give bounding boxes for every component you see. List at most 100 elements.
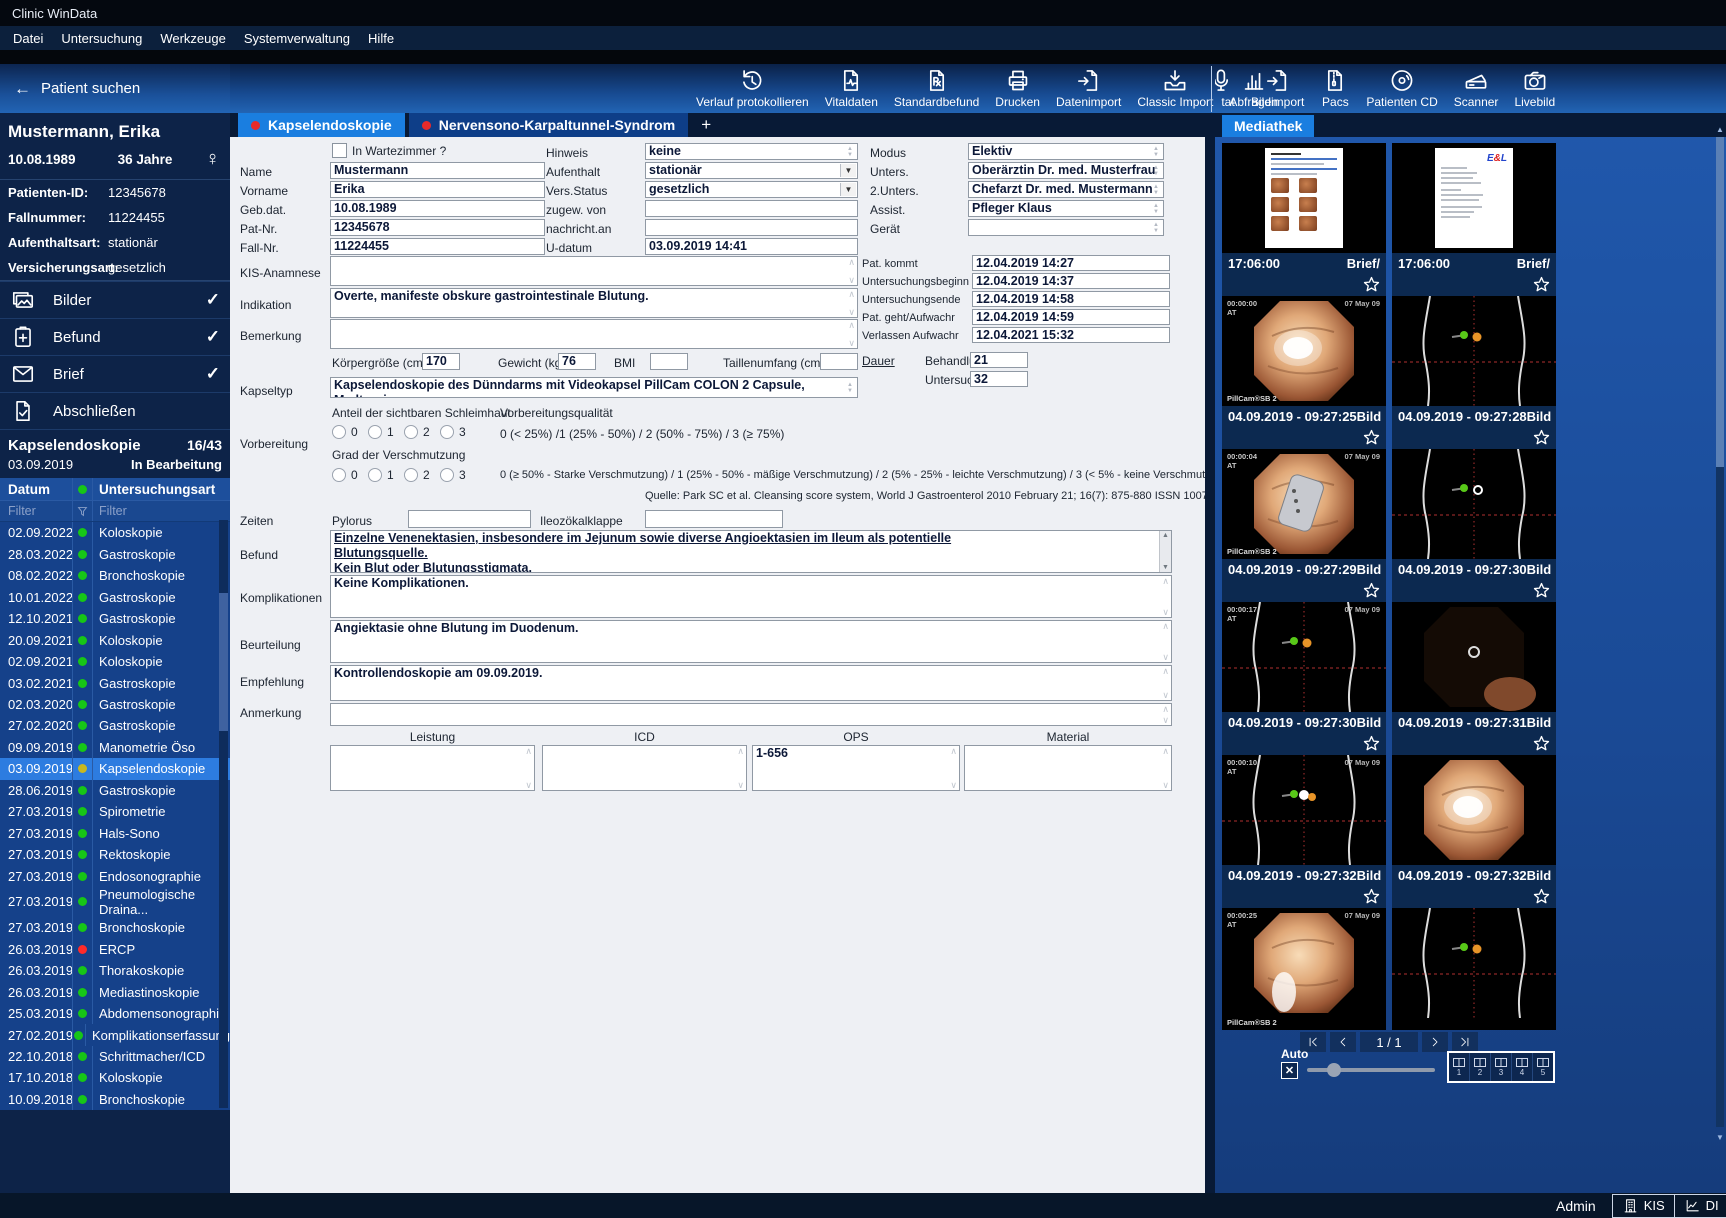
statusbar-kis-button[interactable]: KIS [1613, 1195, 1674, 1217]
toolbar-datenimport-button[interactable]: Datenimport [1048, 64, 1129, 113]
media-item[interactable] [1392, 908, 1556, 1030]
favorite-star-button[interactable] [1362, 581, 1381, 600]
scroll-down-icon[interactable]: ▼ [1715, 1133, 1725, 1142]
layout-1-button[interactable]: 1 [1449, 1053, 1470, 1081]
exam-row[interactable]: 26.03.2019Thorakoskopie [0, 960, 230, 981]
field-ileozoekalklappe[interactable] [645, 510, 783, 528]
exam-row[interactable]: 20.09.2021Koloskopie [0, 629, 230, 650]
layout-3-button[interactable]: 3 [1491, 1053, 1512, 1081]
media-item[interactable]: 17:06:00Brief/ [1222, 143, 1386, 296]
exam-row[interactable]: 02.03.2020Gastroskopie [0, 694, 230, 715]
field-beurteilung[interactable]: Angiektasie ohne Blutung im Duodenum.∧∨ [330, 620, 1172, 663]
radio-qualitaet-2[interactable]: 2 [404, 425, 430, 439]
field-vorname[interactable]: Erika [330, 181, 545, 198]
media-item[interactable]: 00:00:25AT07 May 09PillCam®SB 2 [1222, 908, 1386, 1030]
favorite-star-button[interactable] [1362, 428, 1381, 447]
exam-row[interactable]: 25.03.2019Abdomensonographie [0, 1003, 230, 1024]
field-koerpergroesse[interactable]: 170 [422, 353, 460, 370]
media-scrollbar[interactable]: ▲ ▼ [1715, 125, 1725, 1145]
media-item[interactable]: 04.09.2019 - 09:27:32Bild [1392, 755, 1556, 908]
exam-row[interactable]: 27.02.2019Komplikationserfassung [0, 1024, 230, 1045]
exam-row[interactable]: 27.03.2019Pneumologische Draina... [0, 887, 230, 917]
field-geb-dat[interactable]: 10.08.1989 [330, 200, 545, 217]
exam-row[interactable]: 26.03.2019Mediastinoskopie [0, 981, 230, 1002]
radio-verschmutzung-2[interactable]: 2 [404, 468, 430, 482]
last-page-button[interactable] [1452, 1032, 1478, 1052]
radio-qualitaet-0[interactable]: 0 [332, 425, 358, 439]
favorite-star-button[interactable] [1532, 734, 1551, 753]
toolbar-standardbefund-button[interactable]: Standardbefund [886, 64, 987, 113]
exam-row[interactable]: 26.03.2019ERCP [0, 938, 230, 959]
field-pat-geht-aufwachr[interactable]: 12.04.2019 14:59 [972, 309, 1170, 325]
field-dauer-untersuchung[interactable]: 32 [970, 371, 1028, 387]
field-pat-nr[interactable]: 12345678 [330, 219, 545, 236]
exam-row[interactable]: 28.03.2022Gastroskopie [0, 543, 230, 564]
toolbar-classic-import-button[interactable]: Classic Import [1129, 64, 1221, 113]
exam-row[interactable]: 12.10.2021Gastroskopie [0, 608, 230, 629]
exam-row[interactable]: 02.09.2021Koloskopie [0, 651, 230, 672]
layout-5-button[interactable]: 5 [1533, 1053, 1553, 1081]
back-to-patient-search-button[interactable]: ← Patient suchen [0, 64, 230, 113]
field-ops[interactable]: 1-656∧∨ [752, 745, 960, 791]
field-gewicht[interactable]: 76 [558, 353, 596, 370]
field-ger-t[interactable]: ▲▼ [968, 219, 1164, 236]
dropdown-arrow-icon[interactable]: ▼ [840, 183, 856, 196]
exam-row[interactable]: 02.09.2022Koloskopie [0, 522, 230, 543]
spinner-icon[interactable]: ▲▼ [844, 144, 856, 159]
favorite-star-button[interactable] [1532, 887, 1551, 906]
field-bemerkung[interactable]: ∧∨ [330, 319, 858, 349]
favorite-star-button[interactable] [1362, 275, 1381, 294]
field-hinweis[interactable]: keine▲▼ [645, 143, 858, 160]
exam-row[interactable]: 27.03.2019Spirometrie [0, 801, 230, 822]
media-item[interactable]: 00:00:04AT07 May 09PillCam®SB 204.09.201… [1222, 449, 1386, 602]
sidebar-item-befund[interactable]: Befund✓ [0, 318, 230, 355]
exam-row[interactable]: 27.03.2019Hals-Sono [0, 823, 230, 844]
media-item[interactable]: E&L17:06:00Brief/ [1392, 143, 1556, 296]
tab-kapselendoskopie[interactable]: Kapselendoskopie [238, 113, 405, 137]
field-verlassen-aufwachr[interactable]: 12.04.2021 15:32 [972, 327, 1170, 343]
exam-row[interactable]: 27.03.2019Rektoskopie [0, 844, 230, 865]
exam-row[interactable]: 27.03.2019Bronchoskopie [0, 917, 230, 938]
scrollbar-thumb[interactable] [219, 593, 228, 731]
textarea-scrollbar[interactable]: ▲▼ [1159, 531, 1171, 572]
spinner-icon[interactable]: ▲▼ [1150, 201, 1162, 216]
toolbar-bildimport-button[interactable]: Bildimport [1243, 64, 1312, 113]
statusbar-di-button[interactable]: DI [1674, 1195, 1726, 1217]
radio-qualitaet-1[interactable]: 1 [368, 425, 394, 439]
status-filter[interactable] [72, 501, 93, 521]
field-pylorus[interactable] [408, 510, 531, 528]
field-untersuchungsbeginn[interactable]: 12.04.2019 14:37 [972, 273, 1170, 289]
date-filter-input[interactable]: Filter [0, 504, 72, 518]
field-kapseltyp[interactable]: Kapselendoskopie des Dünndarms mit Video… [330, 377, 858, 398]
field-pat-kommt[interactable]: 12.04.2019 14:27 [972, 255, 1170, 271]
spinner-icon[interactable]: ▲▼ [1150, 144, 1162, 159]
sidebar-item-abschlie-en[interactable]: Abschließen [0, 392, 230, 429]
field-assist[interactable]: Pfleger Klaus▲▼ [968, 200, 1164, 217]
spinner-icon[interactable]: ▲▼ [1150, 163, 1162, 178]
radio-verschmutzung-3[interactable]: 3 [440, 468, 466, 482]
exam-row[interactable]: 22.10.2018Schrittmacher/ICD [0, 1046, 230, 1067]
tab-nervensono-karpaltunnel-syndrom[interactable]: Nervensono-Karpaltunnel-Syndrom [409, 113, 688, 137]
menu-hilfe[interactable]: Hilfe [359, 28, 403, 49]
sidebar-item-brief[interactable]: Brief✓ [0, 355, 230, 392]
sidebar-item-bilder[interactable]: Bilder✓ [0, 281, 230, 318]
field-unters[interactable]: Oberärztin Dr. med. Musterfrau▲▼ [968, 162, 1164, 179]
type-filter-input[interactable]: Filter [93, 504, 230, 518]
toolbar-verlauf-protokollieren-button[interactable]: Verlauf protokollieren [688, 64, 817, 113]
field-aufenthalt[interactable]: stationär▼ [645, 162, 858, 179]
slider-thumb[interactable] [1327, 1063, 1341, 1077]
exam-row[interactable]: 03.09.2019Kapselendoskopie [0, 758, 230, 779]
favorite-star-button[interactable] [1532, 428, 1551, 447]
field-u-datum[interactable]: 03.09.2019 14:41 [645, 238, 858, 255]
spinner-icon[interactable]: ▲▼ [1150, 220, 1162, 235]
exam-row[interactable]: 27.03.2019Endosonographie [0, 866, 230, 887]
toolbar-pacs-button[interactable]: Pacs [1312, 64, 1358, 113]
menu-untersuchung[interactable]: Untersuchung [52, 28, 151, 49]
field-leistung[interactable]: ∧∨ [330, 745, 535, 791]
media-item[interactable]: 00:00:17AT07 May 0904.09.2019 - 09:27:30… [1222, 602, 1386, 755]
exam-row[interactable]: 09.09.2019Manometrie Öso [0, 737, 230, 758]
exam-list-header[interactable]: Datum Untersuchungsart [0, 478, 230, 501]
radio-qualitaet-3[interactable]: 3 [440, 425, 466, 439]
radio-verschmutzung-1[interactable]: 1 [368, 468, 394, 482]
exam-row[interactable]: 03.02.2021Gastroskopie [0, 672, 230, 693]
